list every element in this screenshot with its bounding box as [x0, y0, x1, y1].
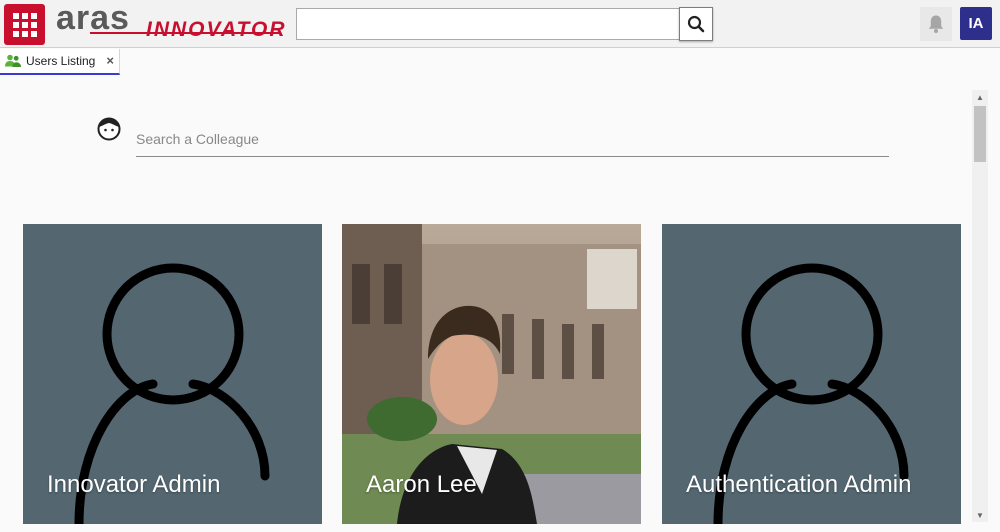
close-tab-button[interactable]: ×: [106, 53, 114, 68]
vertical-scrollbar[interactable]: ▲ ▼: [972, 90, 988, 522]
logo-product: INNOVATOR: [146, 18, 287, 41]
user-card-innovator-admin[interactable]: Innovator Admin: [23, 224, 322, 524]
user-card-authentication-admin[interactable]: Authentication Admin: [662, 224, 961, 524]
grid-dot: [30, 30, 37, 37]
tab-label: Users Listing: [26, 54, 96, 68]
top-bar: aras INNOVATOR IA: [0, 0, 1000, 48]
grid-dot: [30, 21, 37, 28]
bell-icon: [928, 15, 944, 33]
user-name: Authentication Admin: [686, 471, 912, 498]
grid-dot: [21, 21, 28, 28]
search-button[interactable]: [679, 7, 713, 41]
user-card-aaron-lee[interactable]: Aaron Lee: [342, 224, 641, 524]
scroll-down-arrow-icon[interactable]: ▼: [972, 508, 988, 522]
grid-dot: [12, 12, 19, 19]
grid-dot: [12, 30, 19, 37]
user-avatar[interactable]: IA: [960, 7, 992, 40]
users-icon: [5, 54, 21, 67]
grid-dot: [12, 21, 19, 28]
global-search-input[interactable]: [296, 8, 680, 40]
search-icon: [687, 15, 705, 33]
tab-users-listing[interactable]: Users Listing ×: [0, 49, 120, 75]
user-name: Aaron Lee: [366, 471, 477, 498]
scroll-thumb[interactable]: [974, 106, 986, 162]
aras-innovator-logo: aras INNOVATOR: [56, 0, 285, 45]
grid-dot: [30, 12, 37, 19]
colleague-search-input[interactable]: [136, 121, 889, 157]
colleague-face-icon: [97, 117, 121, 141]
users-listing-content: Innovator Admin: [0, 77, 972, 532]
app-launcher-button[interactable]: [4, 4, 45, 45]
grid-dot: [21, 12, 28, 19]
grid-dot: [21, 30, 28, 37]
scroll-up-arrow-icon[interactable]: ▲: [972, 90, 988, 104]
notifications-button[interactable]: [920, 7, 952, 41]
user-name: Innovator Admin: [47, 471, 221, 498]
